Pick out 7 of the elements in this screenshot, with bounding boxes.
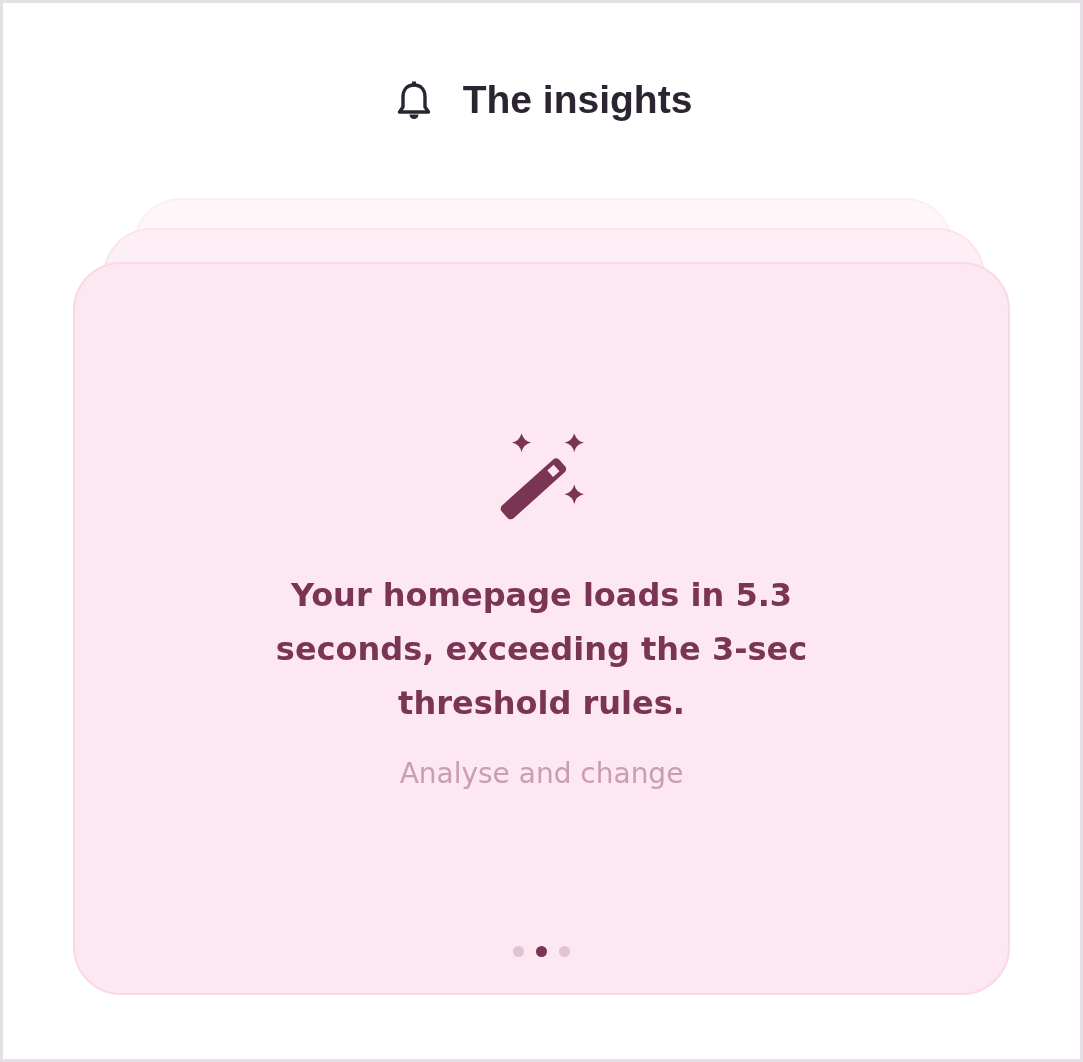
page-title: The insights [462,78,693,122]
pager-dot[interactable] [536,946,547,957]
action-link[interactable]: Analyse and change [399,756,684,792]
insight-message: Your homepage loads in 5.3 seconds, exceeding the 3-sec threshold rules. [274,575,809,724]
pager-dot[interactable] [513,946,524,957]
magic-wand-icon [498,434,585,520]
pager-dot[interactable] [559,946,570,957]
